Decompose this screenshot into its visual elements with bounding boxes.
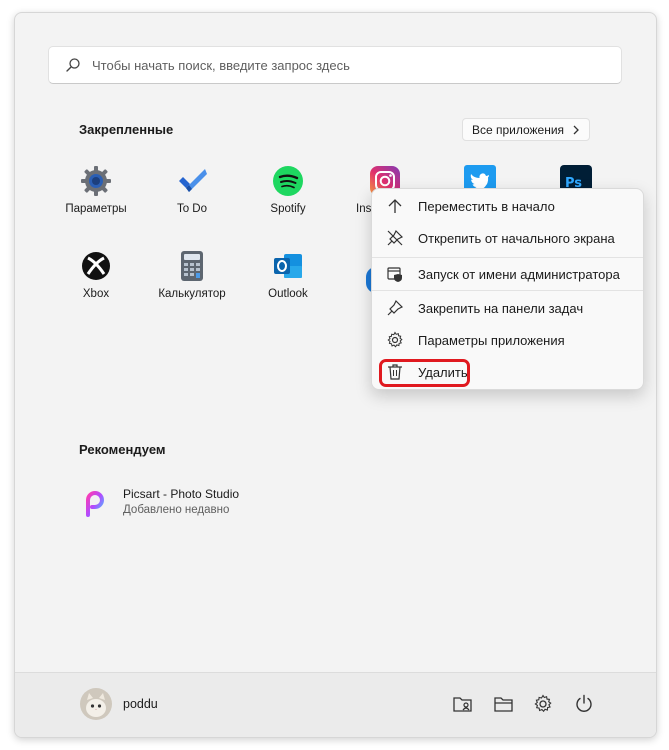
avatar[interactable] (80, 688, 112, 720)
pinned-app-calculator[interactable]: Калькулятор (144, 250, 240, 320)
pin-icon (387, 299, 404, 316)
context-item-unpin-from-start[interactable]: Открепить от начального экрана (376, 223, 639, 253)
context-item-label: Закрепить на панели задач (418, 300, 584, 316)
context-item-pin-to-taskbar[interactable]: Закрепить на панели задач (376, 293, 639, 323)
context-item-label: Параметры приложения (418, 332, 565, 348)
admin-shield-icon (387, 267, 402, 282)
user-avatar-image (80, 688, 112, 720)
unpin-icon (387, 229, 404, 246)
documents-user-folder-icon[interactable] (452, 693, 474, 715)
search-placeholder: Чтобы начать поиск, введите запрос здесь (92, 58, 350, 73)
pinned-app-spotify[interactable]: Spotify (240, 165, 336, 235)
picsart-icon (86, 491, 104, 517)
calculator-icon (181, 251, 203, 281)
all-apps-label: Все приложения (471, 122, 565, 137)
spotify-icon (273, 166, 303, 196)
recommended-item-title: Picsart - Photo Studio (123, 487, 240, 501)
todo-check-icon (179, 169, 207, 192)
app-label: Outlook (268, 288, 308, 300)
settings-gear-icon[interactable] (532, 693, 554, 715)
app-label: Xbox (82, 288, 110, 300)
context-item-run-as-admin[interactable]: Запуск от имени администратора (376, 259, 639, 289)
gear-icon (387, 331, 403, 348)
app-label: To Do (176, 203, 208, 215)
app-label: Параметры (65, 203, 127, 215)
pinned-app-settings[interactable]: Параметры (48, 165, 144, 235)
context-menu-separator (372, 257, 643, 258)
uninstall-highlight-box (379, 359, 470, 387)
outlook-icon (274, 254, 302, 278)
context-item-app-settings[interactable]: Параметры приложения (376, 325, 639, 355)
pinned-app-outlook[interactable]: Outlook (240, 250, 336, 320)
recommended-item-subtitle: Добавлено недавно (123, 504, 230, 516)
pinned-app-todo[interactable]: To Do (144, 165, 240, 235)
app-label: Spotify (270, 203, 306, 215)
xbox-icon (82, 252, 110, 280)
context-menu-separator (372, 290, 643, 291)
context-item-move-to-top[interactable]: Переместить в начало (376, 191, 639, 221)
context-item-label: Запуск от имени администратора (418, 266, 620, 282)
arrow-up-icon (388, 199, 402, 213)
bottom-bar: poddu (15, 672, 656, 737)
all-apps-button[interactable]: Все приложения (462, 118, 590, 141)
search-icon (66, 58, 80, 72)
pinned-section-title: Закрепленные (79, 122, 174, 137)
recommended-item-picsart[interactable]: Picsart - Photo Studio Добавлено недавно (81, 485, 341, 525)
search-input[interactable]: Чтобы начать поиск, введите запрос здесь (48, 46, 622, 84)
pinned-app-xbox[interactable]: Xbox (48, 250, 144, 320)
file-explorer-folder-icon[interactable] (493, 693, 515, 715)
username[interactable]: poddu (123, 697, 158, 711)
settings-gear-icon (81, 166, 111, 196)
context-menu: Переместить в начало Открепить от началь… (371, 188, 644, 390)
context-item-label: Переместить в начало (418, 198, 555, 214)
app-label: Калькулятор (158, 288, 226, 300)
power-icon[interactable] (573, 693, 595, 715)
recommended-section-title: Рекомендуем (79, 442, 166, 457)
context-item-label: Открепить от начального экрана (418, 230, 615, 246)
chevron-right-icon (573, 125, 579, 134)
